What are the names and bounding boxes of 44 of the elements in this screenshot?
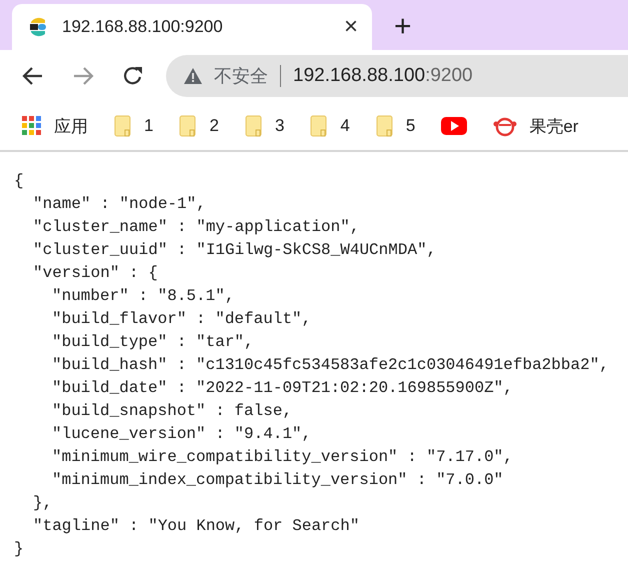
security-label: 不安全 [214, 65, 268, 88]
tab-title: 192.168.88.100:9200 [62, 17, 224, 37]
bookmark-label[interactable]: 2 [209, 116, 219, 136]
json-line: "minimum_wire_compatibility_version" : "7.17.0", [52, 447, 513, 468]
warning-icon [184, 68, 202, 84]
json-line: "version" : { [33, 263, 158, 284]
json-line: "build_snapshot" : false, [52, 401, 292, 422]
json-line: "name" : "node-1", [33, 194, 206, 215]
json-line: "build_flavor" : "default", [52, 309, 312, 330]
bookmark-label[interactable]: 应用 [54, 114, 88, 138]
back-icon[interactable] [22, 66, 44, 86]
bookmark-label[interactable]: 3 [274, 116, 284, 136]
monkey-icon[interactable] [493, 115, 518, 137]
json-line: "build_hash" : "c1310c45fc534583afe2c1c03046491efba2bba2", [52, 355, 609, 376]
logo-icon [28, 16, 48, 38]
json-line: } [14, 539, 24, 560]
browser-tab[interactable]: 192.168.88.100:9200 × [12, 4, 372, 50]
json-line: "build_type" : "tar", [52, 332, 254, 353]
folder-icon[interactable] [179, 115, 198, 137]
play-icon[interactable] [441, 116, 468, 136]
url-text: 192.168.88.100:9200 [293, 65, 473, 87]
json-line: "build_date" : "2022-11-09T21:02:20.169855900Z", [52, 378, 513, 399]
bookmark-label[interactable]: 果壳er [529, 114, 578, 138]
json-line: "minimum_index_compatibility_version" : "7.0.0" [52, 470, 504, 491]
close-icon[interactable]: × [344, 16, 358, 38]
folder-icon[interactable] [244, 115, 263, 137]
json-line: "tagline" : "You Know, for Search" [33, 516, 360, 537]
json-line: "cluster_uuid" : "I1Gilwg-SkCS8_W4UCnMDA", [33, 240, 436, 261]
folder-icon[interactable] [114, 115, 132, 137]
json-line: "lucene_version" : "9.4.1", [52, 424, 312, 445]
reload-icon[interactable] [122, 65, 144, 87]
json-line: { [14, 171, 24, 192]
address-bar[interactable]: 不安全 192.168.88.100:9200 [166, 55, 628, 97]
bookmark-label[interactable]: 4 [340, 116, 350, 136]
new-tab-button[interactable]: + [394, 12, 412, 42]
apps-grid-icon[interactable] [22, 116, 42, 136]
json-line: }, [33, 493, 52, 514]
folder-icon[interactable] [310, 115, 328, 137]
forward-icon[interactable] [72, 66, 94, 86]
json-line: "number" : "8.5.1", [52, 286, 234, 307]
json-line: "cluster_name" : "my-application", [33, 217, 360, 238]
folder-icon[interactable] [376, 115, 394, 137]
bookmark-label[interactable]: 5 [406, 116, 416, 136]
bookmark-label[interactable]: 1 [144, 116, 154, 136]
